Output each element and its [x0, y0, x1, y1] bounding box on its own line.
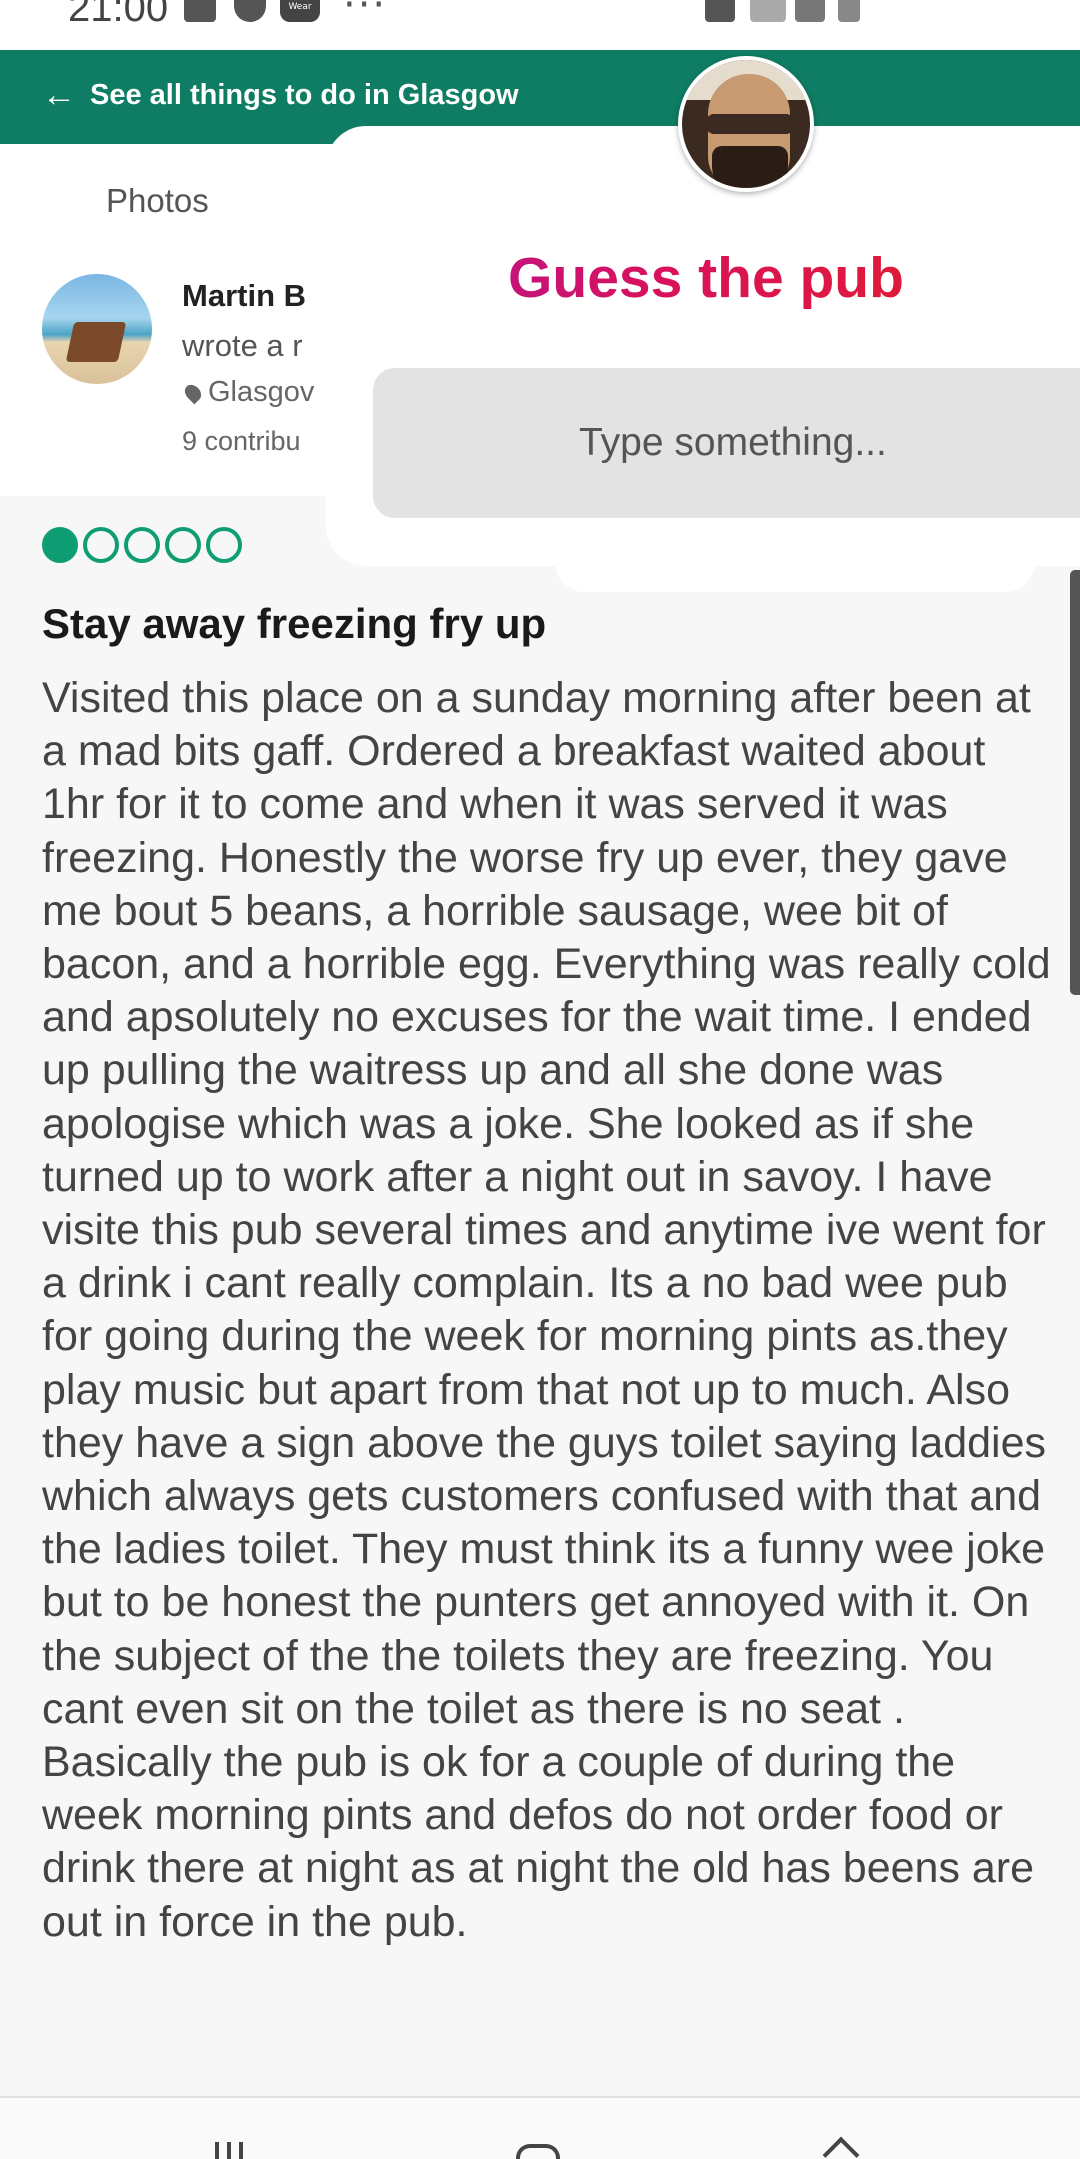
scrollbar-thumb[interactable] — [1070, 570, 1080, 995]
rating-bubble-empty — [83, 527, 119, 563]
status-bar: 21:00 Wear ··· — [0, 0, 1080, 50]
more-icon: ··· — [343, 0, 388, 28]
back-icon[interactable] — [822, 2136, 860, 2159]
reviewer-contributions: 9 contribu — [182, 426, 301, 456]
reviewer-location-text: Glasgov — [208, 376, 315, 408]
guess-popup-tab — [555, 540, 1035, 592]
location-pin-icon — [181, 381, 205, 404]
popup-title: Guess the pub — [326, 245, 1080, 311]
tab-photos[interactable]: Photos — [106, 182, 209, 220]
battery-icon — [838, 0, 860, 22]
review-title: Stay away freezing fry up — [42, 600, 547, 647]
mute-icon — [705, 0, 735, 22]
circle-icon — [234, 0, 266, 22]
sunglasses-icon — [706, 114, 794, 134]
reviewer-location: Glasgov — [181, 376, 315, 409]
rating-bubbles — [42, 527, 242, 563]
wifi-icon — [750, 0, 786, 22]
gallery-icon — [184, 0, 216, 22]
back-link-label: See all things to do in Glasgow — [90, 78, 519, 111]
reviewer-action: wrote a r — [182, 328, 303, 363]
rating-bubble-empty — [206, 527, 242, 563]
system-nav-bar — [0, 2096, 1080, 2159]
popup-avatar — [678, 56, 814, 192]
home-icon[interactable] — [516, 2144, 560, 2159]
review-body: Visited this place on a sunday morning a… — [42, 674, 1051, 1946]
reviewer-name[interactable]: Martin B — [182, 278, 306, 314]
signal-icon — [795, 0, 825, 22]
beard-shape — [712, 146, 788, 188]
avatar[interactable] — [42, 274, 152, 384]
rating-bubble-empty — [124, 527, 160, 563]
rating-bubble-empty — [165, 527, 201, 563]
back-arrow-icon: ← — [42, 76, 76, 114]
status-time: 21:00 — [68, 0, 169, 30]
back-link[interactable]: ← See all things to do in Glasgow — [42, 78, 519, 112]
beach-chair-image — [65, 322, 127, 362]
wear-icon: Wear — [280, 0, 320, 22]
recent-apps-icon[interactable] — [215, 2142, 243, 2159]
guess-input[interactable] — [373, 368, 1080, 518]
rating-bubble-filled — [42, 527, 78, 563]
